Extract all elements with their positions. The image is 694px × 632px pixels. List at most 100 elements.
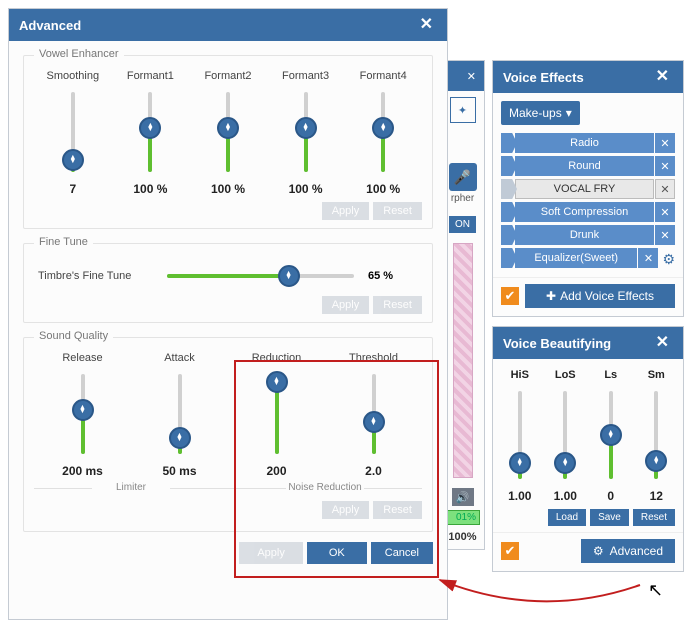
group-legend: Sound Quality: [34, 330, 113, 342]
slider-value: 200: [266, 464, 286, 478]
slider-value: 50 ms: [162, 464, 196, 478]
slider-label: Release: [62, 352, 102, 366]
apply-button[interactable]: Apply: [322, 501, 370, 519]
hundred-percent: 100%: [448, 531, 476, 543]
vertical-slider[interactable]: [298, 92, 314, 172]
slider-label: Formant4: [360, 70, 407, 84]
apply-button[interactable]: Apply: [322, 202, 370, 220]
vertical-slider[interactable]: [220, 92, 236, 172]
effect-label: Soft Compression: [515, 202, 654, 222]
remove-effect-icon[interactable]: ✕: [655, 202, 675, 222]
group-legend: Fine Tune: [34, 236, 93, 248]
panel-title: Voice Effects: [503, 70, 652, 85]
close-icon[interactable]: ✕: [652, 335, 673, 351]
remove-effect-icon[interactable]: ✕: [638, 248, 658, 268]
effect-label: Round: [515, 156, 654, 176]
effect-item[interactable]: Soft Compression ✕: [501, 202, 675, 222]
dropdown-label: Make-ups: [509, 106, 562, 120]
reset-button[interactable]: Reset: [373, 202, 422, 220]
morpher-label-fragment: rpher: [451, 193, 474, 204]
effect-label: Drunk: [515, 225, 654, 245]
slider-value: 100 %: [289, 182, 323, 196]
slider-label: HiS: [511, 369, 529, 383]
effect-item[interactable]: Round ✕: [501, 156, 675, 176]
vertical-slider[interactable]: [512, 391, 528, 479]
remove-effect-icon[interactable]: ✕: [655, 133, 675, 153]
vertical-slider[interactable]: [269, 374, 285, 454]
effect-item[interactable]: VOCAL FRY ✕: [501, 179, 675, 199]
slider-label: Formant3: [282, 70, 329, 84]
reset-button[interactable]: Reset: [633, 509, 675, 526]
vertical-slider[interactable]: [366, 374, 382, 454]
advanced-label: Advanced: [610, 544, 663, 558]
close-icon[interactable]: ✕: [416, 17, 437, 33]
fine-tune-slider[interactable]: [167, 268, 354, 284]
slider-label: Reduction: [252, 352, 302, 366]
noise-reduction-legend: Noise Reduction: [228, 482, 422, 493]
speaker-icon[interactable]: 🔊: [452, 488, 474, 506]
fine-tune-value: 65 %: [368, 270, 418, 282]
dialog-title: Advanced: [19, 18, 416, 33]
vertical-slider[interactable]: [142, 92, 158, 172]
reset-button[interactable]: Reset: [373, 296, 422, 314]
fine-tune-label: Timbre's Fine Tune: [38, 270, 153, 282]
vertical-slider[interactable]: [75, 374, 91, 454]
slider-label: Smoothing: [47, 70, 100, 84]
slider-value: 2.0: [365, 464, 382, 478]
slider-value: 7: [69, 182, 76, 196]
plus-icon: ✚: [546, 289, 556, 303]
remove-effect-icon[interactable]: ✕: [655, 179, 675, 199]
cancel-button[interactable]: Cancel: [371, 542, 433, 564]
slider-value: 100 %: [211, 182, 245, 196]
sliders-icon: ⚙: [593, 544, 604, 558]
fine-tune-group: Fine Tune Timbre's Fine Tune 65 % Apply …: [23, 243, 433, 323]
apply-button[interactable]: Apply: [322, 296, 370, 314]
reset-button[interactable]: Reset: [373, 501, 422, 519]
gear-icon[interactable]: ⚙: [662, 251, 675, 268]
vertical-slider[interactable]: [65, 92, 81, 172]
slider-label: Ls: [604, 369, 617, 383]
enable-checkbox[interactable]: ✔: [501, 287, 519, 305]
on-badge[interactable]: ON: [449, 216, 476, 233]
add-voice-effects-button[interactable]: ✚ Add Voice Effects: [525, 284, 675, 308]
group-legend: Vowel Enhancer: [34, 48, 124, 60]
apply-button[interactable]: Apply: [239, 542, 303, 564]
slider-value: 200 ms: [62, 464, 103, 478]
vertical-slider[interactable]: [603, 391, 619, 479]
remove-effect-icon[interactable]: ✕: [655, 225, 675, 245]
effect-label: VOCAL FRY: [515, 179, 654, 199]
vertical-slider[interactable]: [648, 391, 664, 479]
slider-label: Sm: [648, 369, 665, 383]
vertical-slider[interactable]: [375, 92, 391, 172]
makeups-dropdown[interactable]: Make-ups ▾: [501, 101, 580, 125]
close-icon[interactable]: ✕: [652, 69, 673, 85]
advanced-dialog: Advanced ✕ Vowel Enhancer Smoothing 7 Fo…: [8, 8, 448, 620]
slider-value: 1.00: [554, 489, 577, 503]
slider-label: Attack: [164, 352, 195, 366]
effect-item[interactable]: Drunk ✕: [501, 225, 675, 245]
panel-title: Voice Beautifying: [503, 336, 652, 351]
effect-item[interactable]: Radio ✕: [501, 133, 675, 153]
voice-icon[interactable]: 🎤: [449, 163, 477, 191]
voice-effects-panel: Voice Effects ✕ Make-ups ▾ Radio ✕ Round…: [492, 60, 684, 317]
chevron-down-icon: ▾: [566, 106, 572, 120]
slider-label: Threshold: [349, 352, 398, 366]
save-button[interactable]: Save: [590, 509, 629, 526]
slider-value: 12: [650, 489, 663, 503]
load-button[interactable]: Load: [548, 509, 586, 526]
slider-label: LoS: [555, 369, 576, 383]
ok-button[interactable]: OK: [307, 542, 367, 564]
enable-checkbox[interactable]: ✔: [501, 542, 519, 560]
slider-value: 100 %: [133, 182, 167, 196]
vertical-slider[interactable]: [557, 391, 573, 479]
remove-effect-icon[interactable]: ✕: [655, 156, 675, 176]
effect-label: Radio: [515, 133, 654, 153]
slider-value: 1.00: [508, 489, 531, 503]
close-icon[interactable]: ✕: [467, 70, 476, 83]
vertical-slider[interactable]: [172, 374, 188, 454]
sparkle-icon[interactable]: ✦: [450, 97, 476, 123]
add-label: Add Voice Effects: [560, 289, 654, 303]
effect-item[interactable]: Equalizer(Sweet) ✕: [501, 248, 658, 268]
advanced-button[interactable]: ⚙ Advanced: [581, 539, 675, 563]
sound-quality-group: Sound Quality Release 200 ms Attack 50 m…: [23, 337, 433, 532]
